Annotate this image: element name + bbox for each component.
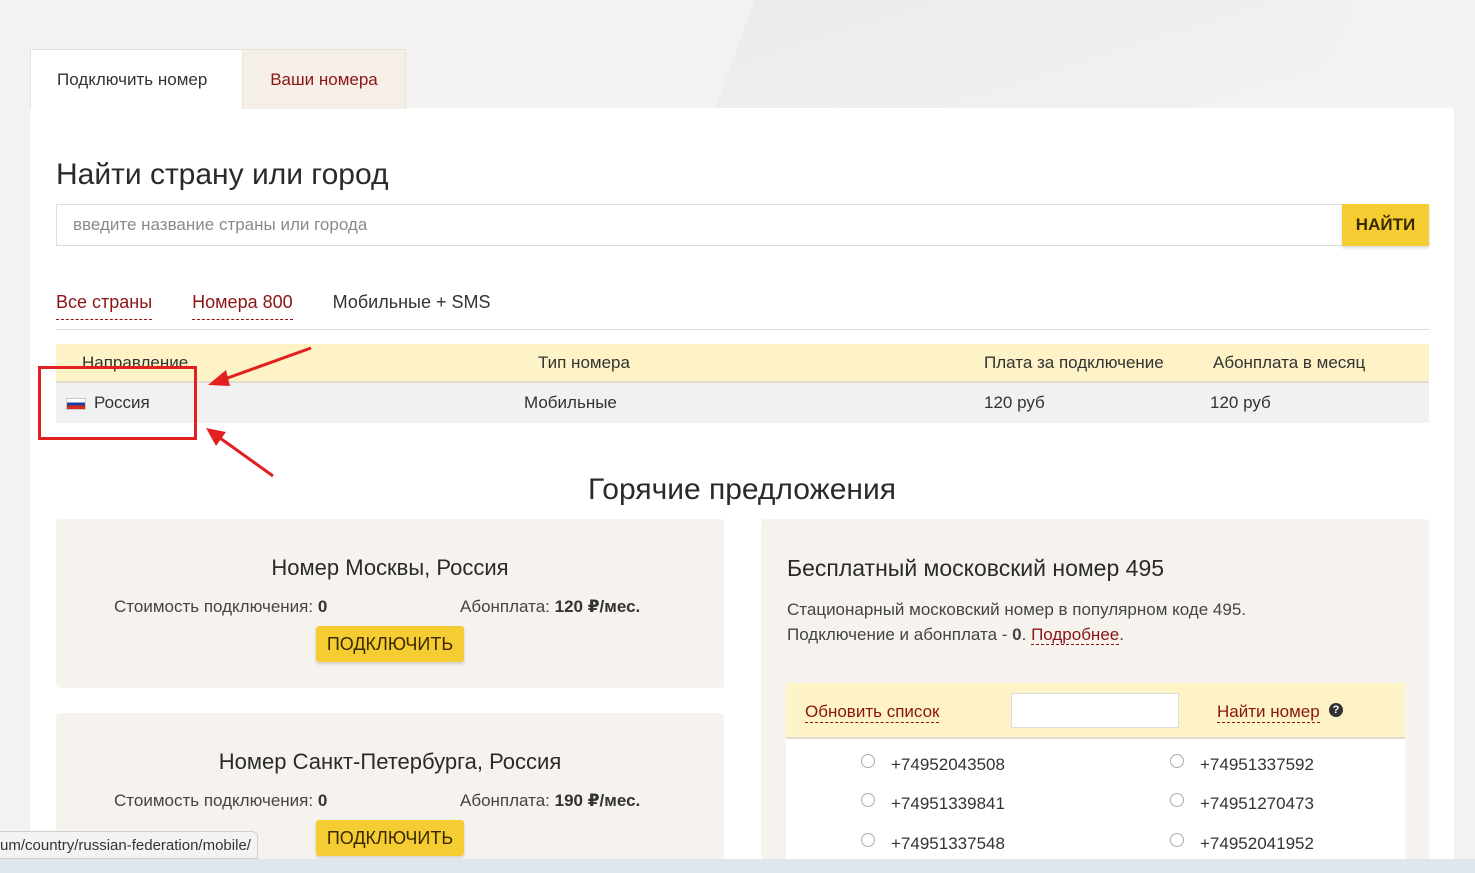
offer-card-moscow: Номер Москвы, Россия Стоимость подключен… xyxy=(56,519,724,688)
number-option[interactable]: +74952041952 xyxy=(1170,833,1314,854)
hot-offers-title: Горячие предложения xyxy=(588,473,896,506)
free-number-description: Стационарный московский номер в популярн… xyxy=(787,597,1246,647)
search-title: Найти страну или город xyxy=(56,158,389,191)
number-option[interactable]: +74951337592 xyxy=(1170,754,1314,775)
table-row[interactable]: Россия Мобильные 120 руб 120 руб xyxy=(56,383,1429,423)
header-number-type: Тип номера xyxy=(538,352,630,372)
offer-connect-cost: Стоимость подключения: 0 xyxy=(114,597,328,616)
radio-button[interactable] xyxy=(861,754,875,768)
free-number-title: Бесплатный московский номер 495 xyxy=(787,555,1165,581)
offer-connect-cost: Стоимость подключения: 0 xyxy=(114,791,328,810)
tab-connect-number[interactable]: Подключить номер xyxy=(30,49,243,109)
refresh-list-link[interactable]: Обновить список xyxy=(805,702,940,723)
monthly-fee-cell: 120 руб xyxy=(1210,393,1271,412)
offer-title: Номер Москвы, Россия xyxy=(271,555,509,580)
number-search-input[interactable] xyxy=(1011,693,1179,728)
subtab-mobile-sms[interactable]: Мобильные + SMS xyxy=(333,292,491,320)
subtab-800-numbers[interactable]: Номера 800 xyxy=(192,292,293,320)
connect-fee-cell: 120 руб xyxy=(984,393,1045,412)
number-picker: Обновить список Найти номер ? +749520435… xyxy=(786,683,1405,873)
search-input[interactable] xyxy=(56,204,1342,246)
number-option[interactable]: +74951337548 xyxy=(861,833,1005,854)
category-tabs: Все страны Номера 800 Мобильные + SMS xyxy=(56,292,1429,330)
taskbar xyxy=(0,859,1475,873)
search-button[interactable]: НАЙТИ xyxy=(1342,204,1429,246)
radio-button[interactable] xyxy=(1170,793,1184,807)
tab-your-numbers[interactable]: Ваши номера xyxy=(243,49,406,109)
find-number-link[interactable]: Найти номер xyxy=(1217,702,1320,723)
connect-button[interactable]: ПОДКЛЮЧИТЬ xyxy=(316,626,464,662)
number-picker-header: Обновить список Найти номер ? xyxy=(786,683,1405,739)
radio-button[interactable] xyxy=(861,833,875,847)
offer-monthly-fee: Абонплата: 190 ₽/мес. xyxy=(460,791,641,810)
table-header: Направление Тип номера Плата за подключе… xyxy=(56,344,1429,383)
search-bar: НАЙТИ xyxy=(56,204,1429,246)
status-url-bar: um/country/russian-federation/mobile/ xyxy=(0,831,258,859)
desc-line-1: Стационарный московский номер в популярн… xyxy=(787,600,1246,619)
header-monthly-fee: Абонплата в месяц xyxy=(1213,352,1366,372)
offer-monthly-fee: Абонплата: 120 ₽/мес. xyxy=(460,597,641,616)
content-panel: Найти страну или город НАЙТИ Все страны … xyxy=(30,108,1454,873)
header-connect-fee: Плата за подключение xyxy=(984,352,1164,372)
more-link[interactable]: Подробнее xyxy=(1031,625,1120,645)
connect-button[interactable]: ПОДКЛЮЧИТЬ xyxy=(316,820,464,856)
offer-title: Номер Санкт-Петербурга, Россия xyxy=(218,749,562,774)
radio-button[interactable] xyxy=(1170,754,1184,768)
free-number-card: Бесплатный московский номер 495 Стациона… xyxy=(761,519,1429,873)
main-tabs: Подключить номер Ваши номера xyxy=(30,49,406,109)
help-icon[interactable]: ? xyxy=(1329,703,1343,717)
desc-line-2: Подключение и абонплата - 0. Подробнее. xyxy=(787,625,1124,645)
number-option[interactable]: +74952043508 xyxy=(861,754,1005,775)
directions-table: Направление Тип номера Плата за подключе… xyxy=(56,344,1429,423)
number-option[interactable]: +74951270473 xyxy=(1170,793,1314,814)
number-type-cell: Мобильные xyxy=(524,393,617,412)
radio-button[interactable] xyxy=(1170,833,1184,847)
number-option[interactable]: +74951339841 xyxy=(861,793,1005,814)
highlight-box xyxy=(38,366,197,440)
subtab-all-countries[interactable]: Все страны xyxy=(56,292,153,320)
radio-button[interactable] xyxy=(861,793,875,807)
